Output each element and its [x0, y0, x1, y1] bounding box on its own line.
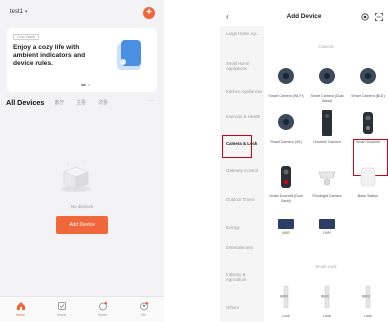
smart-icon: [98, 301, 107, 311]
camera-icon: [319, 68, 335, 84]
bottom-nav: Home Scene Smart Me: [0, 296, 164, 322]
tab-second-bedroom[interactable]: 次卧: [98, 99, 108, 106]
section-camera: Camera: [318, 44, 334, 49]
nav-me-label: Me: [141, 313, 146, 317]
dvr-icon: [319, 219, 335, 229]
me-icon: [139, 301, 148, 311]
tab-all-devices[interactable]: All Devices: [6, 98, 44, 107]
device-label: Base Station: [357, 194, 379, 198]
category-highlight: [222, 135, 252, 158]
doorbell-icon: [281, 166, 291, 188]
empty-state-text: No devices: [70, 204, 94, 209]
category-energy[interactable]: Energy: [220, 225, 264, 230]
device-label: Smart Camera (Wi-Fi): [268, 94, 304, 98]
banner-pager: [81, 84, 90, 86]
home-screen: test1 ▾ + Cozy Home Enjoy a cozy life wi…: [0, 0, 164, 322]
scene-icon: [57, 302, 66, 310]
header: ‹ Add Device: [220, 0, 388, 26]
chevron-down-icon: ▾: [25, 9, 28, 15]
nvr-icon: [278, 219, 294, 229]
home-selector[interactable]: test1 ▾: [10, 9, 28, 15]
nav-home[interactable]: Home: [0, 297, 41, 322]
device-label: Lock: [282, 314, 290, 318]
device-label: NVR: [282, 231, 290, 235]
category-sidebar: Large Home Ap... Small Home Appliances K…: [220, 26, 264, 322]
empty-box-icon: [60, 161, 92, 192]
add-plus-button[interactable]: +: [143, 7, 155, 19]
add-device-screen: ‹ Add Device Large Home Ap... Small Home…: [220, 0, 388, 322]
nav-me[interactable]: Me: [123, 297, 164, 322]
camera-icon: [278, 68, 294, 84]
doorbell-icon: [322, 110, 332, 136]
lock-icon: [321, 285, 330, 309]
category-exercise-health[interactable]: Exercise & Health: [220, 114, 264, 119]
banner-text: Enjoy a cozy life with ambient indicator…: [13, 44, 86, 67]
device-label: Lock: [323, 314, 331, 318]
auto-scan-icon[interactable]: [361, 13, 369, 21]
device-label: DVR: [323, 231, 331, 235]
camera-icon: [360, 68, 376, 84]
tab-master-bedroom[interactable]: 主卧: [76, 99, 86, 106]
category-gateway-control[interactable]: Gateway Control: [220, 168, 264, 173]
promo-banner[interactable]: Cozy Home Enjoy a cozy life with ambient…: [7, 28, 157, 92]
lock-icon: [280, 285, 289, 309]
more-icon[interactable]: ···: [148, 98, 156, 104]
room-tabs: All Devices 客厅 主卧 次卧 ···: [6, 98, 158, 107]
section-smart-lock: Smart Lock: [315, 264, 337, 269]
banner-tag: Cozy Home: [13, 34, 40, 40]
category-large-home-appliances[interactable]: Large Home Ap...: [220, 31, 264, 36]
camera-icon: [278, 114, 294, 130]
category-outdoor-travel[interactable]: Outdoor Travel: [220, 197, 264, 202]
nav-smart[interactable]: Smart: [82, 297, 123, 322]
category-industry-agriculture[interactable]: Industry & Agriculture: [220, 272, 264, 282]
base-station-icon: [360, 167, 376, 187]
add-device-button[interactable]: Add Device: [56, 216, 108, 234]
device-label: Floodlight Camera: [312, 194, 342, 198]
category-kitchen-appliances[interactable]: Kitchen Appliances: [220, 89, 264, 94]
nav-smart-label: Smart: [97, 313, 108, 317]
home-icon: [16, 302, 25, 310]
nav-scene[interactable]: Scene: [41, 297, 82, 322]
scan-icon[interactable]: [375, 13, 383, 21]
nav-scene-label: Scene: [56, 313, 67, 317]
home-name: test1: [10, 9, 24, 15]
floodlight-icon: [318, 171, 336, 186]
category-others[interactable]: Others: [220, 305, 264, 310]
device-label: Smart Camera (4G): [270, 140, 302, 144]
device-label: Smart Doorbell (Dual Band): [269, 194, 303, 203]
category-entertainment[interactable]: Entertainment: [220, 245, 256, 250]
smart-light-illustration: [117, 40, 141, 70]
device-label: Smart Camera (Dual Band): [310, 94, 344, 103]
tab-living-room[interactable]: 客厅: [54, 99, 64, 106]
lock-icon: [362, 285, 371, 309]
category-small-home-appliances[interactable]: Small Home Appliances: [220, 61, 264, 71]
device-label: Doorbell Camera: [313, 140, 341, 144]
nav-home-label: Home: [15, 313, 26, 317]
doorbell-icon: [363, 112, 373, 134]
device-label: Smart Camera (BLE): [351, 94, 385, 98]
device-label: Lock: [364, 314, 372, 318]
